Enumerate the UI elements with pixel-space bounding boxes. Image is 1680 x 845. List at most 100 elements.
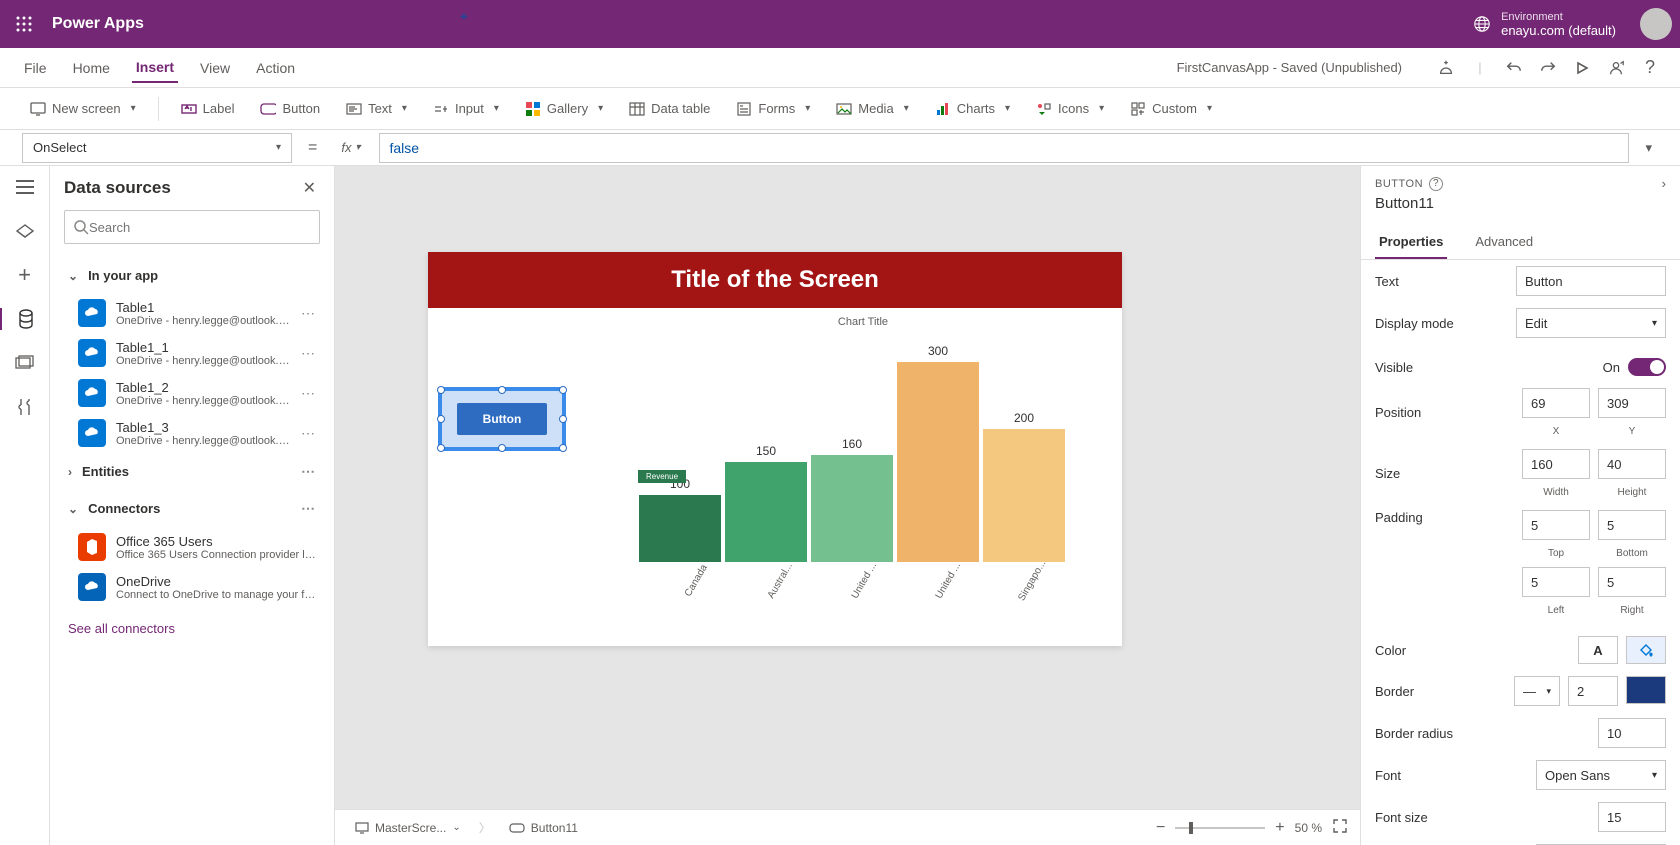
view-icon[interactable] — [14, 220, 36, 242]
custom-button[interactable]: Custom — [1120, 97, 1222, 121]
size-h-input[interactable]: 40 — [1598, 449, 1666, 479]
zoom-out-button[interactable]: − — [1156, 819, 1165, 837]
fill-color-picker[interactable] — [1626, 636, 1666, 664]
tree-view-icon[interactable] — [14, 176, 36, 198]
tab-advanced[interactable]: Advanced — [1471, 226, 1537, 259]
position-y-input[interactable]: 309 — [1598, 388, 1666, 418]
environment-switcher[interactable]: Environment enayu.com (default) — [1473, 10, 1616, 38]
font-color-picker[interactable]: A — [1578, 636, 1618, 664]
expand-icon[interactable]: › — [1662, 176, 1666, 191]
more-icon[interactable]: ⋯ — [301, 463, 316, 480]
data-source-item[interactable]: Table1_3OneDrive - henry.legge@outlook.c… — [64, 413, 320, 453]
canvas-area[interactable]: Title of the Screen Button Chart Title R… — [335, 166, 1360, 845]
menu-insert[interactable]: Insert — [132, 53, 178, 83]
more-icon[interactable]: ⋯ — [301, 500, 316, 517]
padding-bottom-input[interactable]: 5 — [1598, 510, 1666, 540]
data-source-item[interactable]: Table1OneDrive - henry.legge@outlook.com… — [64, 293, 320, 333]
gallery-button[interactable]: Gallery — [515, 97, 613, 121]
border-radius-input[interactable]: 10 — [1598, 718, 1666, 748]
chevron-right-icon: › — [68, 465, 72, 479]
font-size-input[interactable]: 15 — [1598, 802, 1666, 832]
media-rail-icon[interactable] — [14, 352, 36, 374]
group-connectors[interactable]: ⌄ Connectors ⋯ — [64, 490, 320, 527]
menu-file[interactable]: File — [20, 54, 51, 82]
more-icon[interactable]: ⋯ — [301, 305, 316, 322]
formula-input[interactable]: false ⌖ — [379, 133, 1630, 163]
data-icon[interactable] — [0, 308, 49, 330]
position-x-input[interactable]: 69 — [1522, 388, 1590, 418]
data-table-button[interactable]: Data table — [619, 97, 720, 121]
zoom-slider[interactable] — [1175, 827, 1265, 829]
add-icon[interactable]: + — [14, 264, 36, 286]
breadcrumb-screen[interactable]: MasterScre... ⌄ — [347, 819, 469, 837]
property-selector[interactable]: OnSelect ▾ — [22, 133, 292, 163]
control-type-label: BUTTON — [1375, 178, 1423, 190]
fit-to-window-icon[interactable] — [1332, 818, 1348, 837]
menu-action[interactable]: Action — [252, 54, 299, 82]
size-w-input[interactable]: 160 — [1522, 449, 1590, 479]
forms-button[interactable]: Forms — [726, 97, 820, 121]
padding-right-input[interactable]: 5 — [1598, 567, 1666, 597]
more-icon[interactable]: ⋯ — [301, 345, 316, 362]
zoom-in-button[interactable]: + — [1275, 819, 1284, 837]
globe-icon — [1473, 15, 1491, 33]
media-button[interactable]: Media — [826, 97, 918, 121]
more-icon[interactable]: ⋯ — [301, 425, 316, 442]
breadcrumb-control[interactable]: Button11 — [501, 819, 586, 837]
visible-toggle[interactable] — [1628, 358, 1666, 376]
charts-button[interactable]: Charts — [925, 97, 1020, 121]
padding-left-input[interactable]: 5 — [1522, 567, 1590, 597]
tools-icon[interactable] — [14, 396, 36, 418]
chevron-down-icon: ⌄ — [452, 822, 460, 833]
search-icon — [73, 219, 89, 235]
formula-expand-icon[interactable]: ▾ — [1639, 140, 1658, 156]
menu-home[interactable]: Home — [69, 54, 114, 82]
close-icon[interactable]: ✕ — [303, 178, 316, 198]
border-color-picker[interactable] — [1626, 676, 1666, 704]
input-button[interactable]: Input — [423, 97, 509, 121]
user-avatar[interactable] — [1640, 8, 1672, 40]
office-365-icon — [78, 533, 106, 561]
screen-title-label[interactable]: Title of the Screen — [428, 252, 1122, 308]
redo-icon[interactable] — [1538, 58, 1558, 78]
font-select[interactable]: Open Sans▾ — [1536, 760, 1666, 790]
undo-icon[interactable] — [1504, 58, 1524, 78]
fx-label[interactable]: fx ▾ — [333, 140, 368, 155]
design-canvas[interactable]: Title of the Screen Button Chart Title R… — [428, 252, 1122, 646]
more-icon[interactable]: ⋯ — [301, 385, 316, 402]
label-button[interactable]: Label — [171, 97, 245, 121]
button-button[interactable]: Button — [250, 97, 330, 121]
connector-item[interactable]: OneDriveConnect to OneDrive to manage yo… — [64, 567, 320, 607]
column-chart-control[interactable]: Chart Title Revenue 100 150 160 300 200 … — [628, 316, 1098, 626]
connector-item[interactable]: Office 365 UsersOffice 365 Users Connect… — [64, 527, 320, 567]
data-source-item[interactable]: Table1_2OneDrive - henry.legge@outlook.c… — [64, 373, 320, 413]
charts-icon — [935, 101, 951, 117]
search-field[interactable] — [89, 220, 311, 235]
search-input[interactable] — [64, 210, 320, 244]
data-source-item[interactable]: Table1_1OneDrive - henry.legge@outlook.c… — [64, 333, 320, 373]
help-icon[interactable]: ? — [1429, 177, 1443, 191]
prop-text-input[interactable]: Button — [1516, 266, 1666, 296]
share-icon[interactable] — [1606, 58, 1626, 78]
panel-title: Data sources — [64, 178, 171, 198]
padding-top-input[interactable]: 5 — [1522, 510, 1590, 540]
help-icon[interactable]: ? — [1640, 58, 1660, 78]
border-width-input[interactable]: 2 — [1568, 676, 1618, 706]
new-screen-button[interactable]: New screen — [20, 97, 146, 121]
see-all-connectors-link[interactable]: See all connectors — [64, 607, 320, 650]
menu-view[interactable]: View — [196, 54, 234, 82]
waffle-menu-button[interactable] — [8, 8, 40, 40]
zoom-percent: 50 % — [1295, 821, 1322, 835]
group-in-your-app[interactable]: ⌄ In your app — [64, 258, 320, 293]
tab-properties[interactable]: Properties — [1375, 226, 1447, 259]
icons-button[interactable]: Icons — [1026, 97, 1114, 121]
prop-display-mode-select[interactable]: Edit▾ — [1516, 308, 1666, 338]
selected-button-control[interactable]: Button — [438, 387, 566, 451]
preview-icon[interactable] — [1572, 58, 1592, 78]
prop-border-radius-label: Border radius — [1375, 726, 1598, 741]
border-style-select[interactable]: —▾ — [1514, 676, 1560, 706]
app-checker-icon[interactable] — [1436, 58, 1456, 78]
group-entities[interactable]: › Entities ⋯ — [64, 453, 320, 490]
text-button[interactable]: Text — [336, 97, 417, 121]
onedrive-table-icon — [78, 419, 106, 447]
